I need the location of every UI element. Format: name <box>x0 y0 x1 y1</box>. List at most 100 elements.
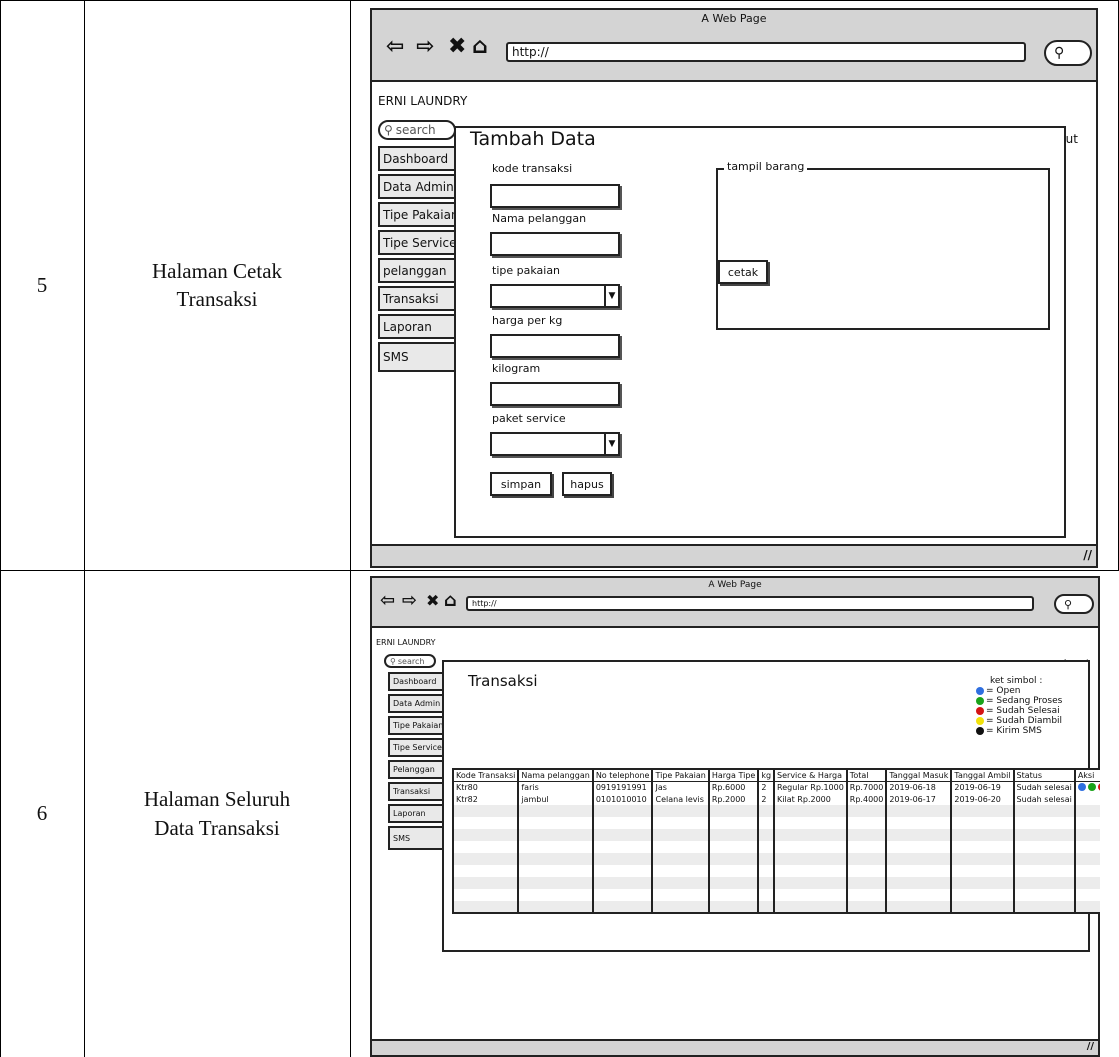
tampil-barang-label: tampil barang <box>724 160 808 173</box>
row-number: 6 <box>0 570 84 1057</box>
sidebar-item-data-admin[interactable]: Data Admin <box>388 694 446 713</box>
row-title-line: Halaman Seluruh <box>143 787 291 812</box>
nama-pelanggan-input[interactable] <box>490 232 620 256</box>
home-icon[interactable]: ⌂ <box>444 592 457 610</box>
row-title-line: Data Transaksi <box>154 815 280 840</box>
table-cell: Ktr80 <box>451 781 519 793</box>
url-bar[interactable]: http:// <box>506 42 1026 62</box>
label-kode-transaksi: kode transaksi <box>492 162 573 175</box>
search-icon: ⚲ <box>384 123 393 137</box>
legend-item-open: = Open <box>976 686 1062 696</box>
proses-action-icon[interactable] <box>1087 783 1096 792</box>
table-header-row: Kode Transaksi Nama pelanggan No telepho… <box>451 769 1100 782</box>
sidebar-item-dashboard[interactable]: Dashboard <box>378 146 456 171</box>
browser-search-button[interactable]: ⚲ <box>1044 40 1092 66</box>
row-number-text: 5 <box>36 272 48 297</box>
table-border <box>350 0 351 1057</box>
chevron-down-icon: ▼ <box>604 286 618 306</box>
chevron-down-icon: ▼ <box>604 434 618 454</box>
table-row[interactable]: Ktr82 jambul 0101010010 Celana levis Rp.… <box>451 793 1100 805</box>
table-cell: Kilat Rp.2000 <box>773 793 847 805</box>
sidebar-item-transaksi[interactable]: Transaksi <box>388 782 446 801</box>
table-row[interactable]: Ktr80 faris 0919191991 Jas Rp.6000 2 Reg… <box>451 781 1100 793</box>
close-icon[interactable]: ✖ <box>448 36 466 58</box>
table-cell: 2 <box>757 781 775 793</box>
label-kilogram: kilogram <box>492 362 541 375</box>
legend-item-selesai: = Sudah Selesai <box>976 706 1062 716</box>
table-cell: 2019-06-18 <box>885 781 952 793</box>
column-header: Nama pelanggan <box>517 769 593 782</box>
table-cell: Rp.4000 <box>845 793 887 805</box>
sidebar-item-tipe-service[interactable]: Tipe Service <box>378 230 456 255</box>
row-number: 5 <box>0 0 84 570</box>
resize-grip-icon[interactable]: // <box>1087 1041 1094 1052</box>
sidebar-item-laporan[interactable]: Laporan <box>378 314 456 339</box>
sidebar-item-dashboard[interactable]: Dashboard <box>388 672 446 691</box>
column-header: Harga Tipe <box>707 769 759 782</box>
sidebar-item-tipe-pakaian[interactable]: Tipe Pakaian <box>378 202 456 227</box>
selesai-action-icon[interactable] <box>1097 783 1100 792</box>
close-icon[interactable]: ✖ <box>426 593 439 609</box>
sidebar-item-sms[interactable]: SMS <box>378 342 456 372</box>
legend-label: = Sedang Proses <box>986 696 1063 706</box>
kilogram-input[interactable] <box>490 382 620 406</box>
sidebar-item-tipe-pakaian[interactable]: Tipe Pakaian <box>388 716 446 735</box>
sidebar-search-input[interactable]: ⚲ search <box>384 654 436 668</box>
sidebar-search-input[interactable]: ⚲ search <box>378 120 456 140</box>
label-nama-pelanggan: Nama pelanggan <box>492 212 587 225</box>
sidebar-item-tipe-service[interactable]: Tipe Service <box>388 738 446 757</box>
legend-label: = Sudah Diambil <box>986 716 1063 726</box>
search-icon: ⚲ <box>1054 45 1065 61</box>
forward-arrow-icon[interactable]: ⇨ <box>416 36 434 58</box>
paket-service-select[interactable]: ▼ <box>490 432 620 456</box>
forward-arrow-icon[interactable]: ⇨ <box>402 592 417 610</box>
row-title-line: Halaman Cetak <box>151 258 283 283</box>
sidebar-item-pelanggan[interactable]: Pelanggan <box>388 760 446 779</box>
empty-row <box>451 817 1100 829</box>
legend-label: = Sudah Selesai <box>986 706 1060 716</box>
sidebar-item-data-admin[interactable]: Data Admin <box>378 174 456 199</box>
empty-row <box>451 853 1100 865</box>
label-tipe-pakaian: tipe pakaian <box>492 264 561 277</box>
simpan-button[interactable]: simpan <box>490 472 552 496</box>
harga-per-kg-input[interactable] <box>490 334 620 358</box>
url-bar[interactable]: http:// <box>466 596 1034 611</box>
kode-transaksi-input[interactable] <box>490 184 620 208</box>
mockup-cetak-transaksi: A Web Page ⇦ ⇨ ✖ ⌂ http:// ⚲ ERNI LAUNDR… <box>370 8 1098 568</box>
sidebar-item-pelanggan[interactable]: pelanggan <box>378 258 456 283</box>
back-arrow-icon[interactable]: ⇦ <box>380 592 395 610</box>
column-header: Tipe Pakaian <box>651 769 709 782</box>
column-header: kg <box>757 769 775 782</box>
empty-row <box>451 877 1100 889</box>
legend-item-sms: = Kirim SMS <box>976 726 1062 736</box>
sidebar-item-transaksi[interactable]: Transaksi <box>378 286 456 311</box>
home-icon[interactable]: ⌂ <box>472 36 488 58</box>
browser-toolbar: A Web Page ⇦ ⇨ ✖ ⌂ http:// ⚲ <box>370 576 1100 628</box>
legend-label: = Kirim SMS <box>986 726 1042 736</box>
hapus-button[interactable]: hapus <box>562 472 612 496</box>
window-title: A Web Page <box>708 580 762 590</box>
cetak-button[interactable]: cetak <box>718 260 768 284</box>
browser-toolbar: A Web Page ⇦ ⇨ ✖ ⌂ http:// ⚲ <box>370 8 1098 82</box>
mockup-data-transaksi: A Web Page ⇦ ⇨ ✖ ⌂ http:// ⚲ ERNI LAUNDR… <box>370 576 1100 1057</box>
tipe-pakaian-select[interactable]: ▼ <box>490 284 620 308</box>
brand-name: ERNI LAUNDRY <box>376 638 436 647</box>
panel-title: Transaksi <box>468 672 538 690</box>
aksi-cell <box>1073 781 1100 793</box>
legend-title: ket simbol : <box>990 676 1043 686</box>
search-icon: ⚲ <box>1064 597 1073 611</box>
legend-item-proses: = Sedang Proses <box>976 696 1062 706</box>
search-icon: ⚲ <box>390 656 396 666</box>
column-header: Tanggal Masuk <box>885 769 952 782</box>
sms-status-dot-icon <box>976 726 984 735</box>
open-action-icon[interactable] <box>1077 783 1086 792</box>
sidebar-item-sms[interactable]: SMS <box>388 826 446 850</box>
table-cell: Ktr82 <box>451 793 519 805</box>
browser-search-button[interactable]: ⚲ <box>1054 594 1094 614</box>
sidebar-item-laporan[interactable]: Laporan <box>388 804 446 823</box>
resize-grip-icon[interactable]: // <box>1083 548 1092 562</box>
table-cell: 2019-06-19 <box>950 781 1014 793</box>
row-title-line: Transaksi <box>176 287 258 311</box>
back-arrow-icon[interactable]: ⇦ <box>386 36 404 58</box>
table-cell: Rp.7000 <box>845 781 887 793</box>
